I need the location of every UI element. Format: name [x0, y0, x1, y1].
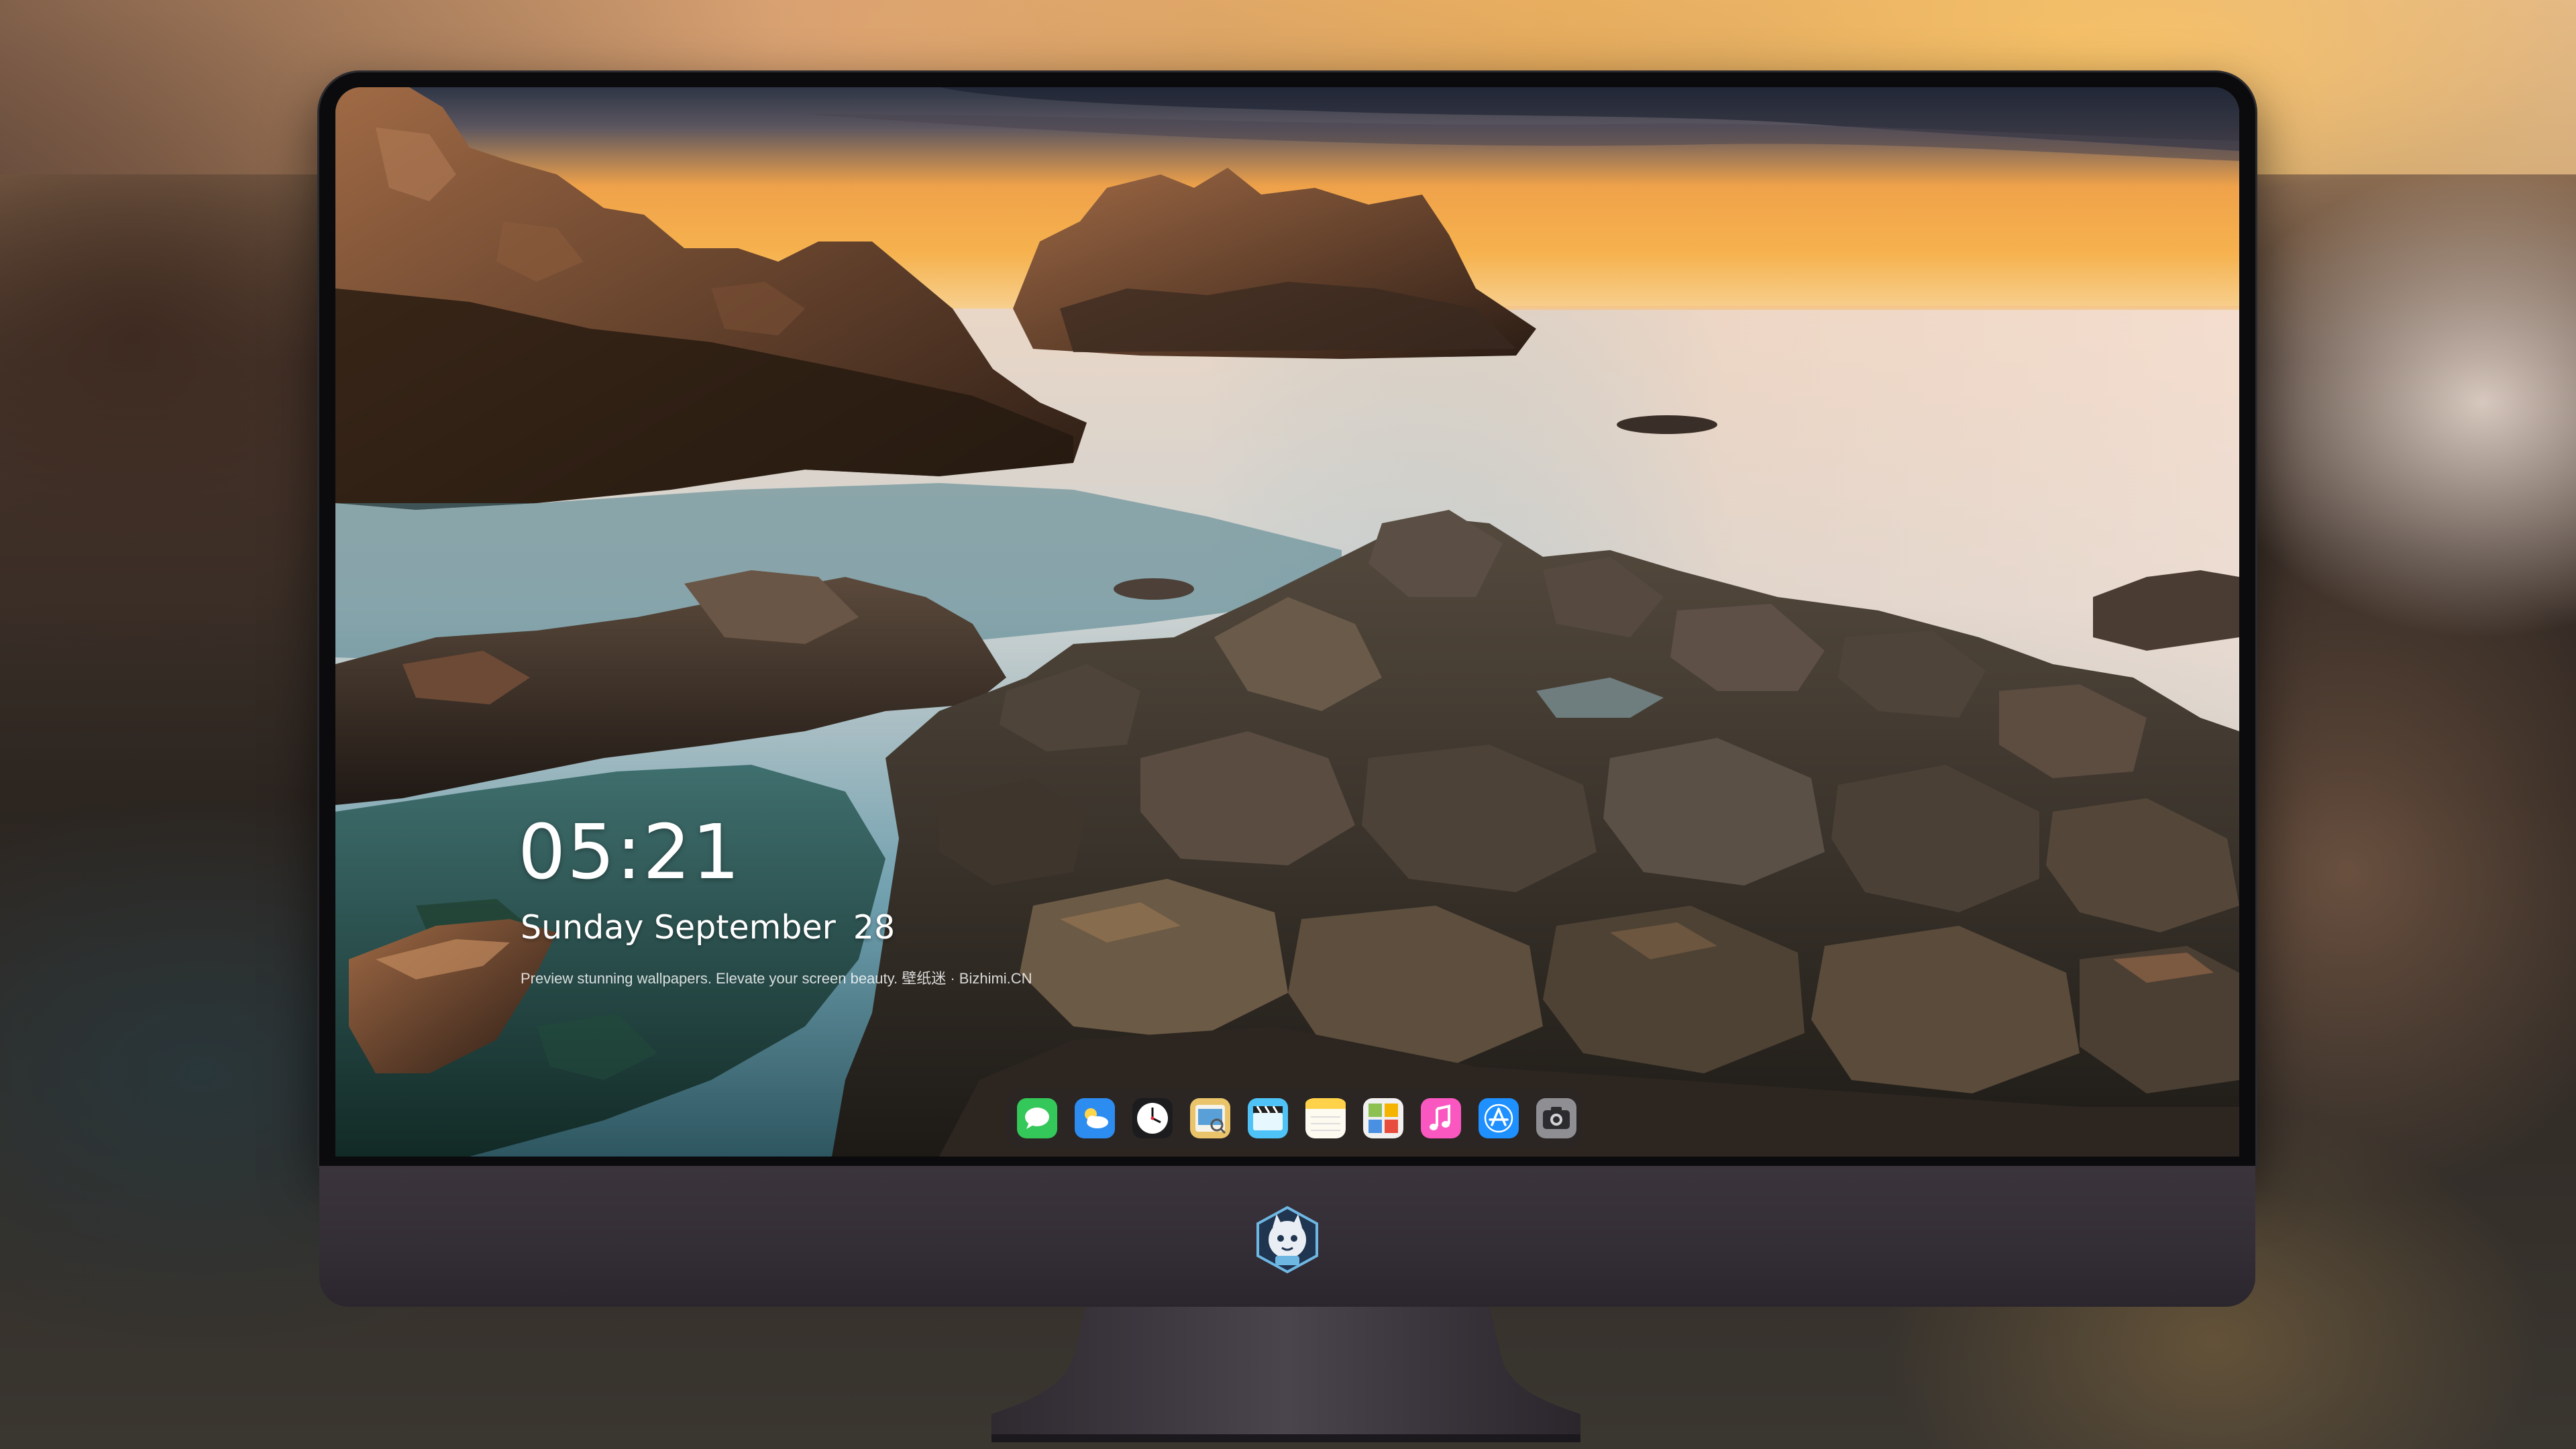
monitor-stand [991, 1307, 1580, 1442]
imac-mockup: 05:21 Sunday September 28 Preview stunnin… [319, 72, 2255, 1442]
